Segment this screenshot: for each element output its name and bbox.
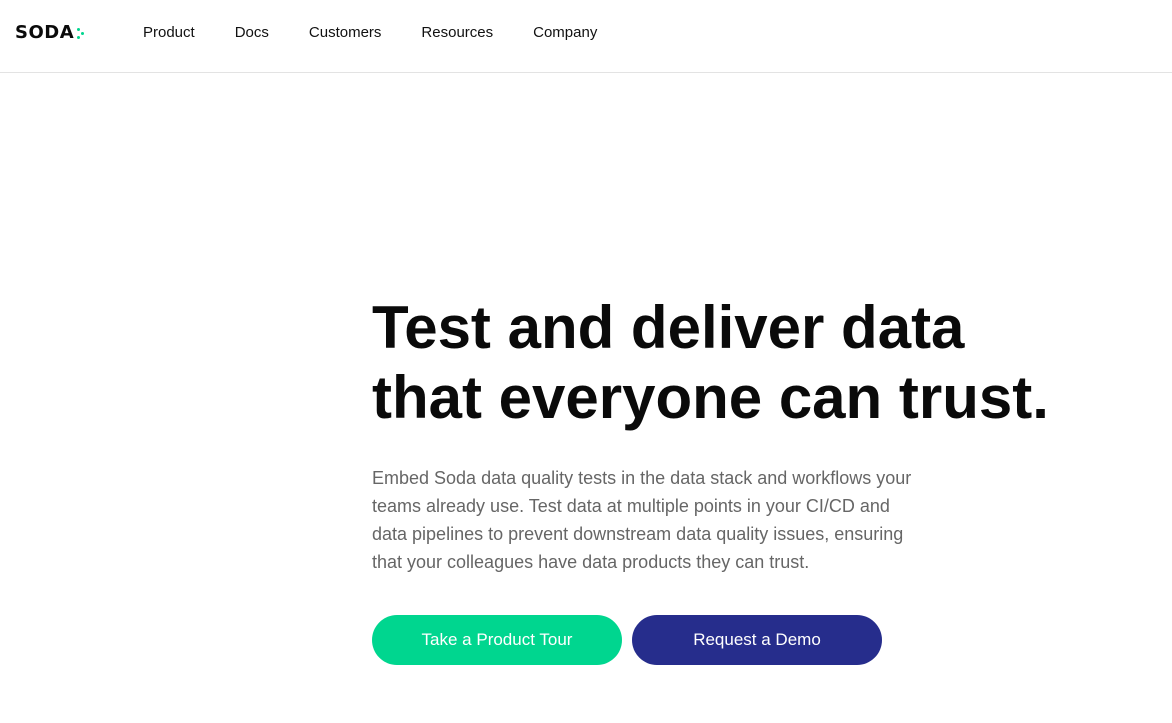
nav-item-docs[interactable]: Docs: [235, 23, 269, 43]
hero-description-line-3: data pipelines to prevent downstream dat…: [372, 524, 904, 544]
nav-item-resources[interactable]: Resources: [421, 23, 493, 43]
hero-description: Embed Soda data quality tests in the dat…: [372, 464, 952, 576]
logo-wordmark: SODA: [15, 22, 75, 43]
soda-logo[interactable]: SODA: [15, 22, 86, 44]
site-header: SODA Product Docs Customers Resources Co…: [0, 0, 1172, 73]
hero-description-line-2: teams already use. Test data at multiple…: [372, 496, 890, 516]
hero-description-line-4: that your colleagues have data products …: [372, 552, 810, 572]
hero-description-line-1: Embed Soda data quality tests in the dat…: [372, 468, 912, 488]
nav-item-product[interactable]: Product: [143, 23, 195, 43]
request-demo-button[interactable]: Request a Demo: [632, 615, 882, 665]
hero-title-line-2: that everyone can trust.: [372, 364, 1049, 431]
product-tour-button[interactable]: Take a Product Tour: [372, 615, 622, 665]
hero-title-line-1: Test and deliver data: [372, 294, 965, 361]
logo-dots-icon: [76, 28, 86, 42]
nav-item-customers[interactable]: Customers: [309, 23, 382, 43]
main-nav: Product Docs Customers Resources Company: [143, 0, 637, 66]
nav-item-company[interactable]: Company: [533, 23, 597, 43]
hero-title: Test and deliver data that everyone can …: [372, 293, 1132, 433]
